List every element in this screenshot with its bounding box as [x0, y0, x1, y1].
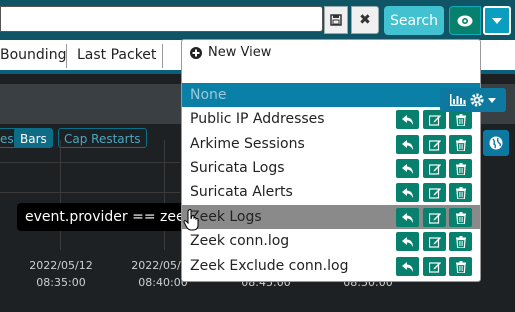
column-divider — [162, 44, 163, 68]
close-icon: ✖ — [359, 12, 371, 28]
reply-icon — [401, 236, 414, 247]
reply-icon — [401, 261, 414, 272]
use-view-button[interactable] — [396, 257, 419, 276]
edit-icon — [428, 114, 441, 126]
edit-view-button[interactable] — [423, 110, 446, 129]
bars-button[interactable]: Bars — [14, 128, 53, 148]
edit-view-button[interactable] — [423, 135, 446, 154]
search-button[interactable]: Search — [384, 6, 444, 35]
view-item-label: Arkime Sessions — [190, 136, 305, 152]
edit-view-button[interactable] — [423, 208, 446, 227]
edit-icon — [428, 212, 441, 224]
use-view-button[interactable] — [396, 159, 419, 178]
delete-view-button[interactable] — [449, 110, 472, 129]
edit-view-button[interactable] — [423, 183, 446, 202]
reply-icon — [401, 139, 414, 150]
grid-line — [0, 162, 180, 163]
caret-down-icon — [488, 97, 496, 103]
view-item-label: Suricata Alerts — [190, 184, 293, 200]
edit-icon — [428, 261, 441, 273]
trash-icon — [455, 113, 466, 126]
x-tick-date: 2022/05/12 — [29, 259, 93, 272]
trash-icon — [455, 260, 466, 273]
save-icon — [330, 14, 342, 26]
new-view-item[interactable]: New View — [190, 45, 271, 60]
delete-view-button[interactable] — [449, 208, 472, 227]
search-toolbar: ✖ Search — [0, 0, 515, 42]
eye-icon — [457, 15, 473, 26]
save-query-button[interactable] — [324, 6, 348, 34]
new-view-label: New View — [208, 45, 272, 60]
query-tooltip: event.provider == zeek — [17, 203, 208, 231]
edit-icon — [428, 139, 441, 151]
views-button[interactable] — [449, 6, 481, 35]
viz-options-button[interactable] — [440, 88, 506, 112]
bar-chart-icon — [450, 94, 466, 106]
reply-icon — [401, 212, 414, 223]
edit-view-button[interactable] — [423, 257, 446, 276]
x-tick-time: 08:35:00 — [36, 276, 86, 289]
edit-view-button[interactable] — [423, 232, 446, 251]
hand-cursor-icon — [183, 209, 199, 231]
use-view-button[interactable] — [396, 208, 419, 227]
reply-icon — [401, 114, 414, 125]
delete-view-button[interactable] — [449, 183, 472, 202]
caret-down-icon — [492, 17, 502, 24]
reply-icon — [401, 187, 414, 198]
use-view-button[interactable] — [396, 183, 419, 202]
use-view-button[interactable] — [396, 110, 419, 129]
edit-view-button[interactable] — [423, 159, 446, 178]
use-view-button[interactable] — [396, 135, 419, 154]
delete-view-button[interactable] — [449, 135, 472, 154]
trash-icon — [455, 186, 466, 199]
column-header-bounding[interactable]: Bounding — [0, 40, 66, 70]
grid-line — [0, 192, 180, 193]
view-item-label: Public IP Addresses — [190, 111, 325, 127]
grid-line — [164, 140, 165, 250]
views-dropdown-toggle[interactable] — [483, 6, 511, 35]
view-item-label: None — [190, 87, 227, 103]
edit-icon — [428, 236, 441, 248]
gear-icon — [470, 93, 484, 107]
trash-icon — [455, 235, 466, 248]
view-item-label: Zeek conn.log — [190, 233, 290, 249]
view-item-none[interactable]: None — [182, 83, 480, 107]
delete-view-button[interactable] — [449, 257, 472, 276]
edit-icon — [428, 187, 441, 199]
views-dropdown-menu: New View None Public IP Addresses Arkime… — [181, 39, 481, 282]
trash-icon — [455, 138, 466, 151]
clear-search-button[interactable]: ✖ — [351, 6, 379, 34]
column-header-last-packet[interactable]: Last Packet — [77, 40, 156, 70]
use-view-button[interactable] — [396, 232, 419, 251]
trash-icon — [455, 211, 466, 224]
cap-restarts-button[interactable]: Cap Restarts — [58, 128, 147, 148]
view-item-label: Zeek Exclude conn.log — [190, 258, 349, 274]
plus-circle-icon — [190, 46, 202, 59]
delete-view-button[interactable] — [449, 232, 472, 251]
column-divider — [66, 44, 67, 68]
map-toggle-button[interactable] — [483, 130, 509, 156]
search-input[interactable] — [0, 6, 323, 32]
view-item-label: Suricata Logs — [190, 160, 285, 176]
grid-line — [60, 140, 61, 250]
trash-icon — [455, 162, 466, 175]
delete-view-button[interactable] — [449, 159, 472, 178]
globe-icon — [489, 136, 503, 150]
reply-icon — [401, 163, 414, 174]
edit-icon — [428, 163, 441, 175]
